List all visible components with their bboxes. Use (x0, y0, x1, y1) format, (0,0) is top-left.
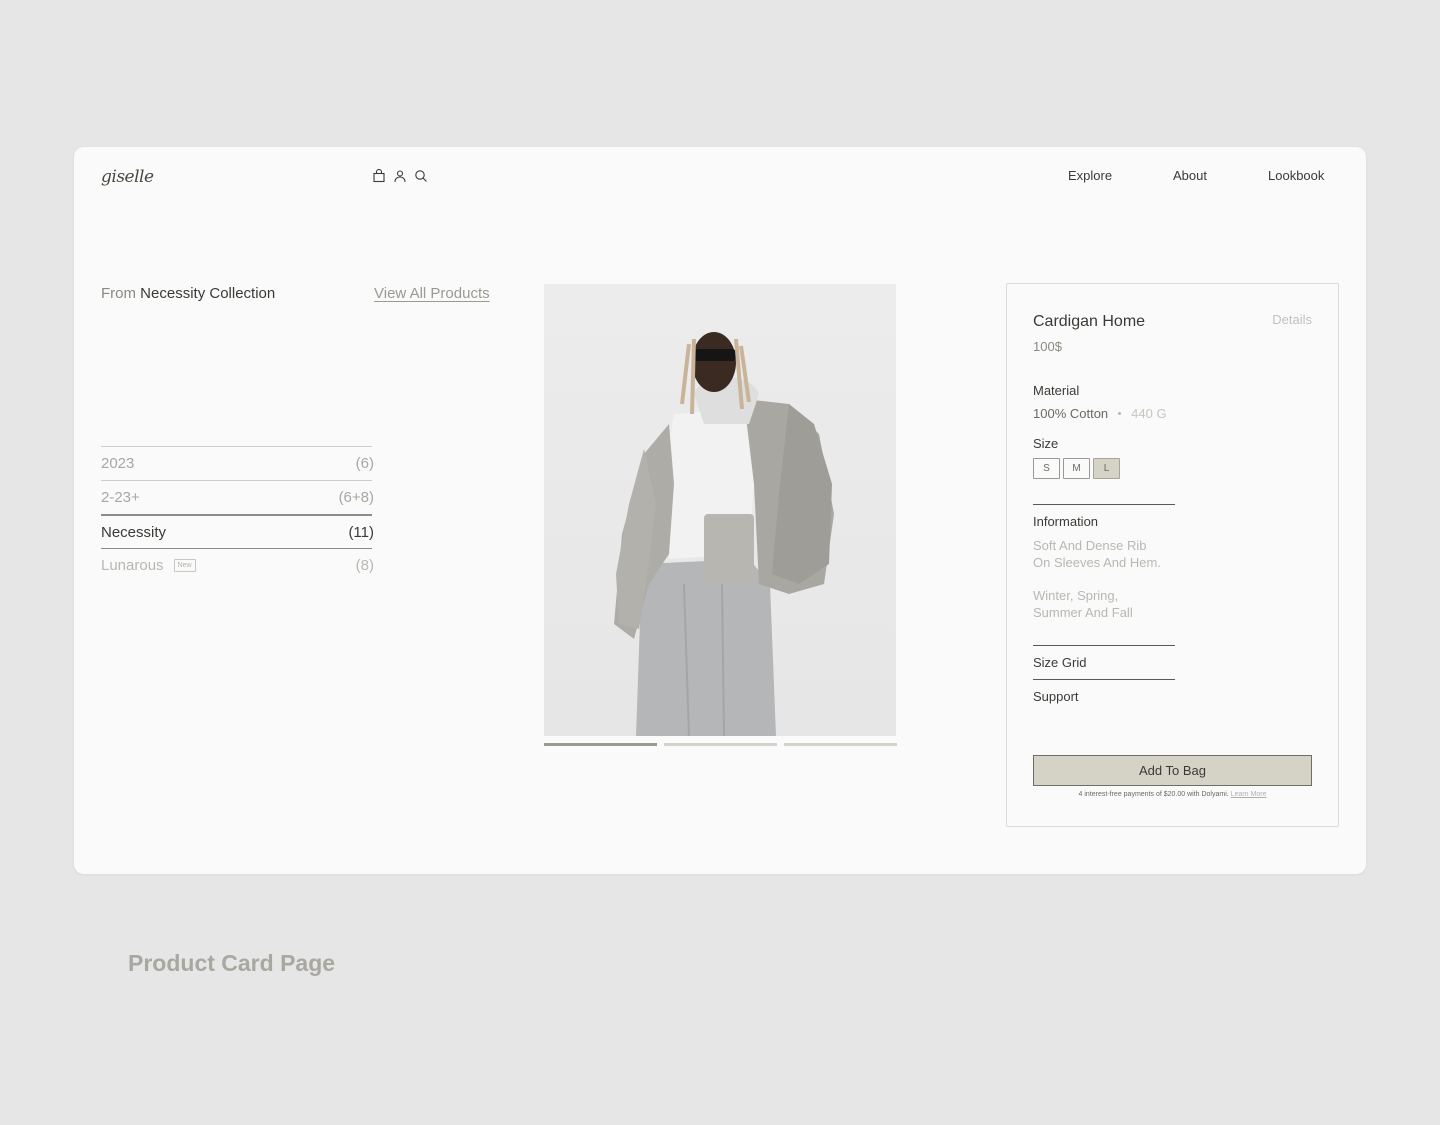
collection-item-count: (11) (348, 523, 374, 541)
material-value: 100% Cotton (1033, 406, 1109, 421)
collection-item-count: (8) (355, 557, 374, 574)
collection-item-2023[interactable]: 2023 (6) (101, 446, 374, 480)
product-page-frame: giselle Explore About Lookbook From Nece… (74, 147, 1366, 874)
collection-item-necessity[interactable]: Necessity (11) (101, 514, 374, 548)
model-illustration (614, 332, 834, 736)
brand-logo[interactable]: giselle (101, 167, 154, 187)
information-line: Winter, Spring, (1033, 588, 1119, 603)
information-line: On Sleeves And Hem. (1033, 555, 1161, 570)
information-line: Soft And Dense Rib (1033, 538, 1147, 553)
image-carousel-indicator (544, 743, 897, 746)
collection-heading: From Necessity Collection (101, 285, 275, 302)
payment-note: 4 interest-free payments of $20.00 with … (1033, 791, 1312, 798)
search-icon[interactable] (414, 169, 428, 183)
size-label: Size (1033, 436, 1059, 451)
support-link[interactable]: Support (1033, 689, 1079, 704)
divider (1033, 645, 1175, 646)
collection-item-count: (6+8) (338, 489, 374, 506)
nav-about[interactable]: About (1173, 168, 1207, 183)
from-prefix: From (101, 285, 136, 302)
collection-item-name: Necessity (101, 523, 167, 541)
size-option-l[interactable]: L (1093, 458, 1120, 479)
new-badge: New (173, 559, 196, 572)
nav-lookbook[interactable]: Lookbook (1268, 168, 1324, 183)
add-to-bag-button[interactable]: Add To Bag (1033, 755, 1312, 786)
divider (1033, 504, 1175, 505)
learn-more-link[interactable]: Learn More (1231, 791, 1267, 798)
collection-item-name: 2-23+ (101, 489, 140, 506)
size-grid-link[interactable]: Size Grid (1033, 655, 1086, 670)
product-title: Cardigan Home (1033, 313, 1146, 330)
header-icons (372, 169, 428, 183)
product-image[interactable] (544, 284, 896, 736)
carousel-dot-1[interactable] (544, 743, 657, 746)
collection-item-name: 2023 (101, 455, 135, 472)
information-text-1: Soft And Dense Rib On Sleeves And Hem. (1033, 537, 1161, 571)
product-price: 100$ (1033, 339, 1062, 354)
collection-item-lunarous[interactable]: Lunarous New (8) (101, 548, 374, 582)
carousel-dot-3[interactable] (784, 743, 897, 746)
details-link[interactable]: Details (1272, 312, 1312, 327)
user-icon[interactable] (393, 169, 407, 183)
information-label[interactable]: Information (1033, 514, 1098, 529)
divider (1033, 679, 1175, 680)
page-caption: Product Card Page (128, 950, 336, 976)
material-row: 100% Cotton 440 G (1033, 406, 1167, 421)
collection-item-name: Lunarous (101, 557, 164, 574)
bag-icon[interactable] (372, 169, 386, 183)
carousel-dot-2[interactable] (664, 743, 777, 746)
view-all-products-link[interactable]: View All Products (374, 285, 490, 302)
collection-item-name-wrap: Lunarous New (101, 557, 196, 574)
collection-item-2-23[interactable]: 2-23+ (6+8) (101, 480, 374, 514)
payment-note-text: 4 interest-free payments of $20.00 with … (1078, 791, 1229, 798)
product-details-panel: Cardigan Home Details 100$ Material 100%… (1006, 283, 1339, 827)
information-line: Summer And Fall (1033, 605, 1133, 620)
size-selector: S M L (1033, 458, 1120, 479)
material-weight: 440 G (1131, 406, 1167, 421)
separator-dot (1118, 412, 1122, 415)
collection-name: Necessity Collection (140, 285, 276, 302)
collection-list: 2023 (6) 2-23+ (6+8) Necessity (11) Luna… (101, 446, 374, 582)
nav-explore[interactable]: Explore (1068, 168, 1112, 183)
size-option-m[interactable]: M (1063, 458, 1090, 479)
collection-item-count: (6) (355, 455, 374, 472)
information-text-2: Winter, Spring, Summer And Fall (1033, 587, 1133, 621)
material-label: Material (1033, 383, 1080, 398)
size-option-s[interactable]: S (1033, 458, 1060, 479)
